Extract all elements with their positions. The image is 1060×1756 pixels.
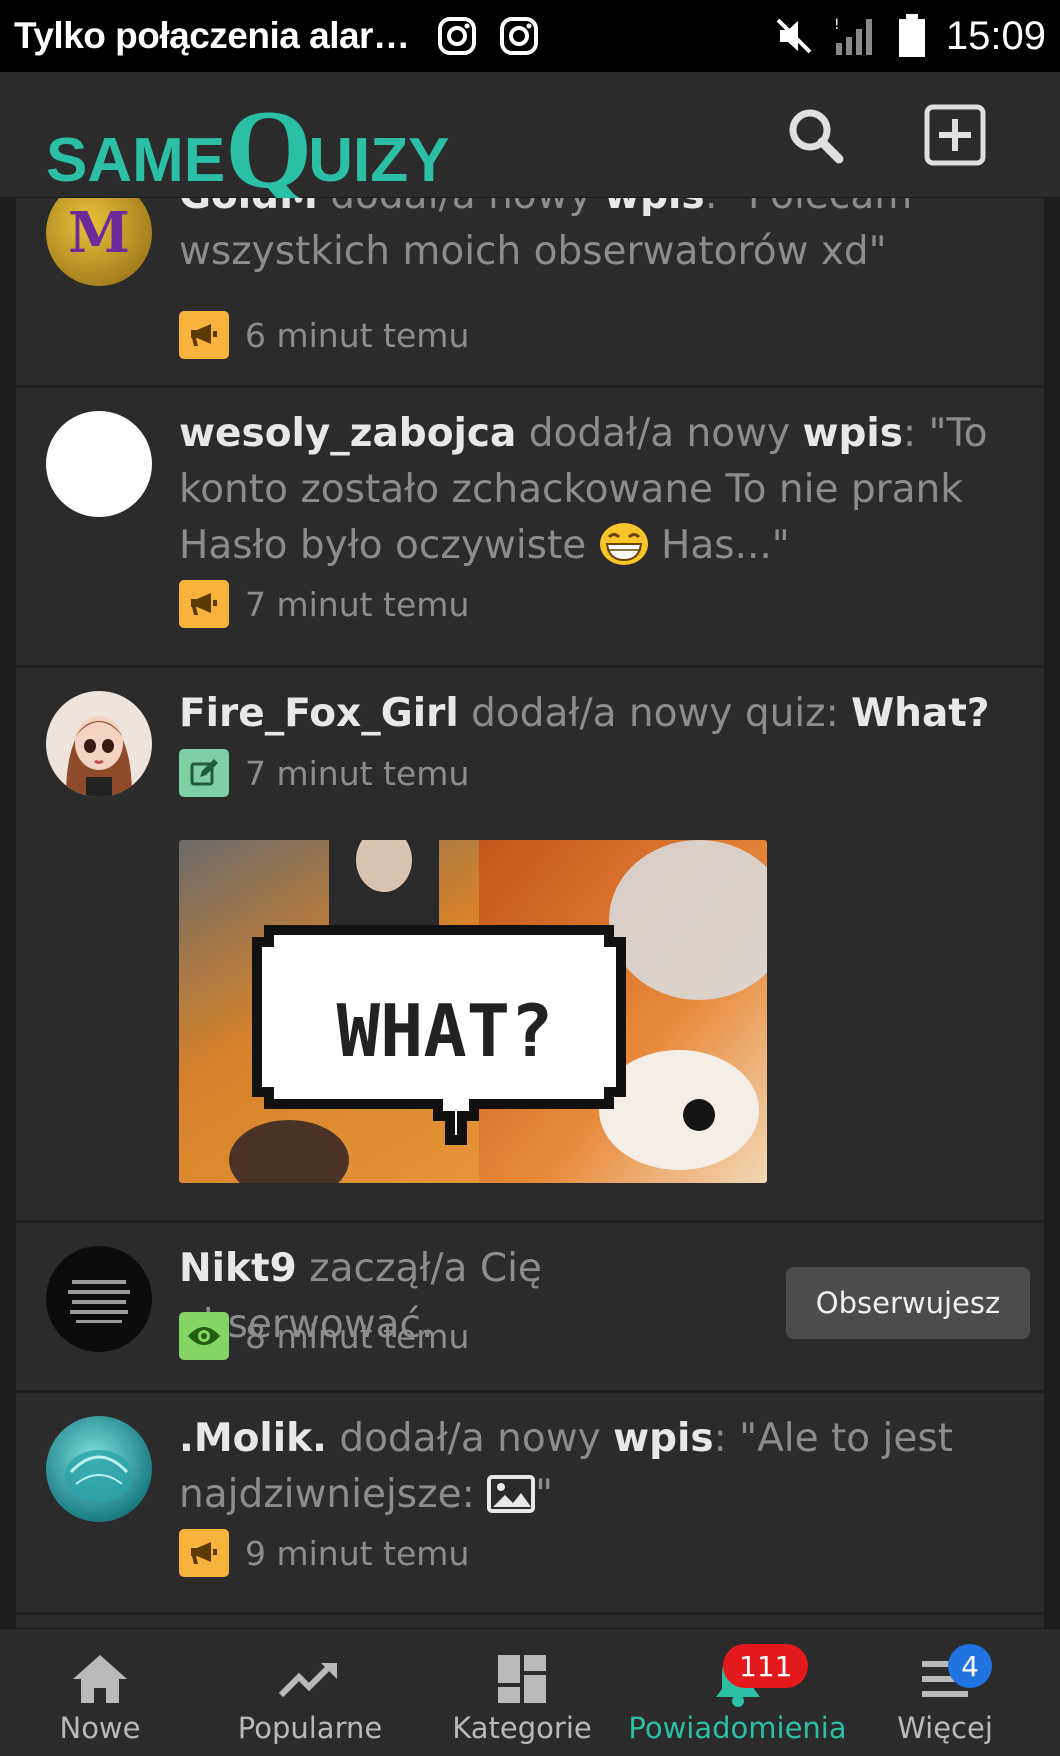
samequizy-logo[interactable]: SAMEQUIZY — [46, 80, 450, 212]
avatar[interactable]: M — [46, 198, 152, 286]
status-carrier-text: Tylko połączenia alar… — [14, 15, 410, 56]
notification-time: 6 minut temu — [245, 315, 470, 355]
notification-time: 7 minut temu — [245, 584, 470, 624]
notification-item[interactable]: Fire_Fox_Girl dodał/a nowy quiz: What? 7… — [16, 668, 1044, 1223]
notification-time: 7 minut temu — [245, 753, 470, 793]
logo-uizy: UIZY — [308, 126, 450, 195]
megaphone-icon — [179, 311, 229, 359]
notification-item[interactable]: Nikt9 zaczął/a Cię obserwować. 8 minut t… — [16, 1223, 1044, 1393]
notification-meta: 7 minut temu — [179, 749, 469, 797]
svg-text:M: M — [68, 200, 130, 266]
notification-username[interactable]: Nikt9 — [179, 1246, 297, 1291]
status-bar: Tylko połączenia alar… ! 15:09 — [0, 0, 1060, 72]
nav-label: Więcej — [897, 1711, 993, 1745]
avatar-text-image — [68, 1280, 130, 1323]
more-count-badge: 4 — [948, 1644, 992, 1688]
notification-username[interactable]: GoldM — [179, 198, 318, 218]
megaphone-icon — [179, 580, 229, 628]
app-header: SAMEQUIZY — [0, 72, 1060, 212]
quiz-title-link[interactable]: What? — [851, 691, 989, 736]
image-icon — [487, 1475, 536, 1513]
signal-icon: ! — [834, 17, 872, 55]
nav-label: Kategorie — [452, 1711, 592, 1745]
nav-item-powiadomienia[interactable]: Powiadomienia 111 — [628, 1629, 847, 1756]
following-button[interactable]: Obserwujesz — [786, 1267, 1030, 1339]
dashboard-icon — [498, 1655, 546, 1703]
nav-item-kategorie[interactable]: Kategorie — [448, 1629, 596, 1756]
home-icon — [73, 1655, 127, 1703]
notification-text: GoldM dodał/a nowy wpis: "Polecam wszyst… — [179, 198, 1020, 280]
svg-text:!: ! — [834, 17, 840, 33]
status-time: 15:09 — [945, 13, 1046, 58]
logo-same: SAME — [46, 126, 226, 195]
search-icon — [789, 109, 844, 164]
nav-label: Nowe — [59, 1711, 141, 1745]
nav-label: Powiadomienia — [628, 1711, 847, 1745]
quiz-thumbnail-image: WHAT? — [179, 840, 767, 1183]
notification-username[interactable]: .Molik. — [179, 1416, 327, 1461]
avatar-girl-image — [66, 716, 132, 797]
notification-meta: 6 minut temu — [179, 311, 469, 359]
edit-icon — [179, 749, 229, 797]
avatar-m-letter: M — [68, 200, 130, 266]
notification-item[interactable]: .Molik. dodał/a nowy wpis: "Ale to jest … — [16, 1393, 1044, 1615]
grinning-emoji-icon — [599, 523, 648, 565]
notification-text: .Molik. dodał/a nowy wpis: "Ale to jest … — [179, 1416, 953, 1517]
avatar[interactable] — [46, 1246, 152, 1352]
notifications-feed: M GoldM dodał/a nowy wpis: "Polecam wszy… — [16, 198, 1044, 1628]
logo-q: Q — [225, 88, 312, 212]
search-button[interactable] — [780, 100, 850, 170]
notification-username[interactable]: wesoly_zabojca — [179, 411, 516, 456]
nav-label: Popularne — [237, 1711, 383, 1745]
battery-icon — [898, 14, 925, 57]
trending-icon — [279, 1662, 337, 1698]
notification-item[interactable]: wesoly_zabojca dodał/a nowy wpis: "To ko… — [16, 388, 1044, 668]
notification-meta: 7 minut temu — [179, 580, 469, 628]
notification-item[interactable]: M GoldM dodał/a nowy wpis: "Polecam wszy… — [16, 198, 1044, 388]
nav-item-wiecej[interactable]: Więcej 4 — [890, 1629, 1000, 1756]
nav-item-nowe[interactable]: Nowe — [40, 1629, 160, 1756]
avatar[interactable] — [46, 691, 152, 797]
notification-text: wesoly_zabojca dodał/a nowy wpis: "To ko… — [179, 411, 988, 568]
svg-text:WHAT?: WHAT? — [337, 989, 554, 1073]
notification-time: 9 minut temu — [245, 1533, 470, 1573]
avatar[interactable] — [46, 411, 152, 517]
mute-icon — [776, 18, 812, 54]
notification-time: 8 minut temu — [245, 1316, 470, 1356]
instagram-icon — [438, 17, 477, 55]
notification-count-badge: 111 — [723, 1644, 809, 1688]
instagram-icon — [500, 17, 539, 55]
add-button[interactable] — [920, 100, 990, 170]
avatar[interactable] — [46, 1416, 152, 1522]
bottom-navigation: Nowe Popularne Kategorie Powiadomienia 1… — [0, 1628, 1060, 1756]
eye-icon — [179, 1312, 229, 1360]
megaphone-icon — [179, 1529, 229, 1577]
add-icon — [924, 104, 986, 166]
quiz-thumbnail[interactable]: WHAT? — [179, 840, 767, 1183]
avatar-fish-image — [65, 1450, 133, 1502]
notification-item[interactable] — [16, 1615, 1044, 1628]
nav-item-popularne[interactable]: Popularne — [230, 1629, 390, 1756]
notification-text: Fire_Fox_Girl dodał/a nowy quiz: What? — [179, 691, 990, 736]
notification-username[interactable]: Fire_Fox_Girl — [179, 691, 459, 736]
notification-meta: 9 minut temu — [179, 1529, 469, 1577]
notification-meta: 8 minut temu — [179, 1312, 469, 1360]
